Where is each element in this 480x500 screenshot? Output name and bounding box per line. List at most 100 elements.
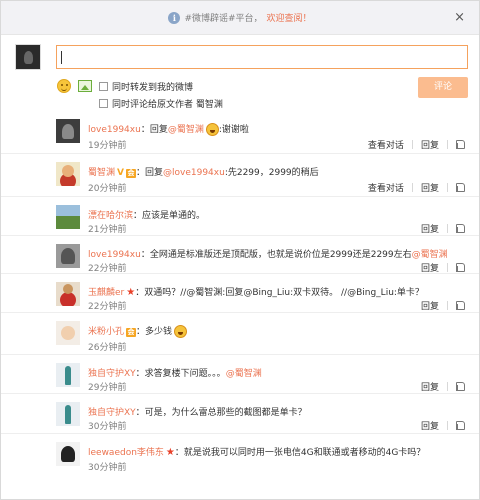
like-icon[interactable] bbox=[456, 421, 465, 430]
username[interactable]: 玉麒麟er bbox=[88, 288, 124, 298]
comment-text: 蜀智渊 V 会：回复@love1994xu:先2299，2999的稍后 bbox=[88, 168, 319, 178]
timestamp: 20分钟前 bbox=[88, 184, 127, 194]
like-icon[interactable] bbox=[456, 224, 465, 233]
comment-actions: 查看对话 | 回复 | bbox=[368, 181, 465, 194]
like-icon[interactable] bbox=[456, 140, 465, 149]
comment-author-option[interactable]: 同时评论给原文作者 蜀智渊 bbox=[99, 97, 223, 110]
comment-text: 独自守护XY：求答复楼下问题。。。@蜀智渊 bbox=[88, 369, 262, 379]
reply-link[interactable]: 回复 bbox=[421, 380, 439, 393]
comment-actions: 回复 | bbox=[421, 261, 465, 274]
reply-link[interactable]: 回复 bbox=[421, 419, 439, 432]
comment-actions: 查看对话 | 回复 | bbox=[368, 138, 465, 151]
comment-actions: 回复 | bbox=[421, 299, 465, 312]
view-conversation-link[interactable]: 查看对话 bbox=[368, 138, 404, 151]
timestamp: 22分钟前 bbox=[88, 302, 127, 312]
list-item: 独自守护XY：可是，为什么雷总那些的截图都是单卡？ 30分钟前 回复 | bbox=[1, 394, 479, 434]
notice-bar: i #微博辟谣#平台， 欢迎查阅！ × bbox=[1, 1, 479, 35]
like-icon[interactable] bbox=[456, 263, 465, 272]
avatar[interactable] bbox=[56, 205, 80, 229]
timestamp: 30分钟前 bbox=[88, 422, 127, 432]
avatar[interactable] bbox=[56, 244, 80, 268]
mention-link[interactable]: @蜀智渊 bbox=[168, 125, 204, 135]
list-item: love1994xu：回复@蜀智渊:谢谢啦 19分钟前 查看对话 | 回复 | bbox=[1, 111, 479, 154]
list-item: 米粉小孔会：多少钱 26分钟前 bbox=[1, 313, 479, 355]
list-item: 蜀智渊 V 会：回复@love1994xu:先2299，2999的稍后 20分钟前 … bbox=[1, 154, 479, 197]
avatar[interactable] bbox=[56, 442, 80, 466]
timestamp: 26分钟前 bbox=[88, 343, 127, 353]
star-icon: ★ bbox=[165, 447, 175, 458]
forward-option[interactable]: 同时转发到我的微博 bbox=[99, 80, 193, 93]
reply-link[interactable]: 回复 bbox=[421, 181, 439, 194]
list-item: 独自守护XY：求答复楼下问题。。。@蜀智渊 29分钟前 回复 | bbox=[1, 355, 479, 394]
reply-link[interactable]: 回复 bbox=[421, 299, 439, 312]
info-icon: i bbox=[168, 11, 181, 24]
reply-link[interactable]: 回复 bbox=[421, 222, 439, 235]
list-item: 漂在哈尔滨：应该是单通的。 21分钟前 回复 | bbox=[1, 197, 479, 236]
comment-text: 米粉小孔会：多少钱 bbox=[88, 324, 188, 338]
close-icon[interactable]: × bbox=[454, 10, 465, 25]
reply-link[interactable]: 回复 bbox=[421, 261, 439, 274]
avatar[interactable] bbox=[56, 119, 80, 143]
avatar[interactable] bbox=[56, 402, 80, 426]
star-icon: ★ bbox=[126, 287, 136, 298]
forward-label: 同时转发到我的微博 bbox=[112, 83, 194, 93]
avatar[interactable] bbox=[56, 321, 80, 345]
notice-welcome: 欢迎查阅！ bbox=[266, 14, 312, 24]
vip-icon: 会 bbox=[126, 328, 137, 337]
username[interactable]: love1994xu bbox=[88, 250, 141, 260]
comment-composer: 同时转发到我的微博 同时评论给原文作者 蜀智渊 评论 bbox=[1, 35, 479, 111]
username[interactable]: 独自守护XY bbox=[88, 408, 136, 418]
timestamp: 21分钟前 bbox=[88, 225, 127, 235]
vip-icon: 会 bbox=[125, 169, 136, 178]
like-icon[interactable] bbox=[456, 183, 465, 192]
timestamp: 30分钟前 bbox=[88, 463, 127, 473]
comment-text: leewaedon李伟东 ★：就是说我可以同时用一张电信4G和联通或者移动的4G卡… bbox=[88, 447, 426, 458]
notice-text: i #微博辟谣#平台， 欢迎查阅！ bbox=[168, 11, 312, 24]
timestamp: 19分钟前 bbox=[88, 141, 127, 151]
comment-actions: 回复 | bbox=[421, 419, 465, 432]
forward-checkbox[interactable] bbox=[99, 82, 108, 91]
username[interactable]: 独自守护XY bbox=[88, 369, 136, 379]
list-item: love1994xu：全网通是标准版还是顶配版，也就是说价位是2999还是229… bbox=[1, 236, 479, 274]
comment-text: love1994xu：回复@蜀智渊:谢谢啦 bbox=[88, 123, 249, 136]
grin-emoji-icon bbox=[205, 123, 219, 136]
comment-text: love1994xu：全网通是标准版还是顶配版，也就是说价位是2999还是229… bbox=[88, 250, 448, 260]
like-icon[interactable] bbox=[456, 301, 465, 310]
username[interactable]: 米粉小孔 bbox=[88, 327, 124, 337]
like-icon[interactable] bbox=[456, 382, 465, 391]
comment-input[interactable] bbox=[56, 45, 468, 69]
mention-link[interactable]: @蜀智渊 bbox=[226, 369, 262, 379]
comment-text: 独自守护XY：可是，为什么雷总那些的截图都是单卡？ bbox=[88, 408, 307, 418]
comment-text: 漂在哈尔滨：应该是单通的。 bbox=[88, 211, 206, 221]
image-icon[interactable] bbox=[78, 80, 92, 92]
comment-author-label: 同时评论给原文作者 蜀智渊 bbox=[112, 100, 223, 110]
mention-link[interactable]: @蜀智渊 bbox=[412, 250, 448, 260]
notice-tag: #微博辟谣#平台， bbox=[184, 14, 263, 24]
text-caret bbox=[61, 51, 62, 64]
submit-comment-button[interactable]: 评论 bbox=[418, 77, 468, 98]
avatar[interactable] bbox=[56, 363, 80, 387]
username[interactable]: 漂在哈尔滨 bbox=[88, 211, 133, 221]
comment-panel: i #微博辟谣#平台， 欢迎查阅！ × 同时转发到我的微博 同时评论给原文作者 蜀… bbox=[0, 0, 480, 500]
comment-author-checkbox[interactable] bbox=[99, 99, 108, 108]
comment-text: 玉麒麟er ★：双通吗？//@蜀智渊:回复@Bing_Liu:双卡双待。 //@B… bbox=[88, 287, 424, 298]
username[interactable]: 蜀智渊 bbox=[88, 168, 115, 178]
comment-list: love1994xu：回复@蜀智渊:谢谢啦 19分钟前 查看对话 | 回复 | 蜀智渊… bbox=[1, 111, 479, 474]
view-conversation-link[interactable]: 查看对话 bbox=[368, 181, 404, 194]
timestamp: 29分钟前 bbox=[88, 383, 127, 393]
reply-link[interactable]: 回复 bbox=[421, 138, 439, 151]
mention-link[interactable]: @love1994xu bbox=[163, 168, 225, 178]
avatar bbox=[15, 44, 41, 70]
comment-actions: 回复 | bbox=[421, 380, 465, 393]
list-item: leewaedon李伟东 ★：就是说我可以同时用一张电信4G和联通或者移动的4G卡… bbox=[1, 434, 479, 474]
username[interactable]: love1994xu bbox=[88, 125, 141, 135]
timestamp: 22分钟前 bbox=[88, 264, 127, 274]
laugh-emoji-icon bbox=[174, 325, 188, 338]
list-item: 玉麒麟er ★：双通吗？//@蜀智渊:回复@Bing_Liu:双卡双待。 //@B… bbox=[1, 274, 479, 313]
emoji-icon[interactable] bbox=[57, 79, 71, 93]
comment-actions: 回复 | bbox=[421, 222, 465, 235]
avatar[interactable] bbox=[56, 282, 80, 306]
avatar[interactable] bbox=[56, 162, 80, 186]
verified-icon: V bbox=[117, 168, 124, 178]
username[interactable]: leewaedon李伟东 bbox=[88, 448, 164, 458]
